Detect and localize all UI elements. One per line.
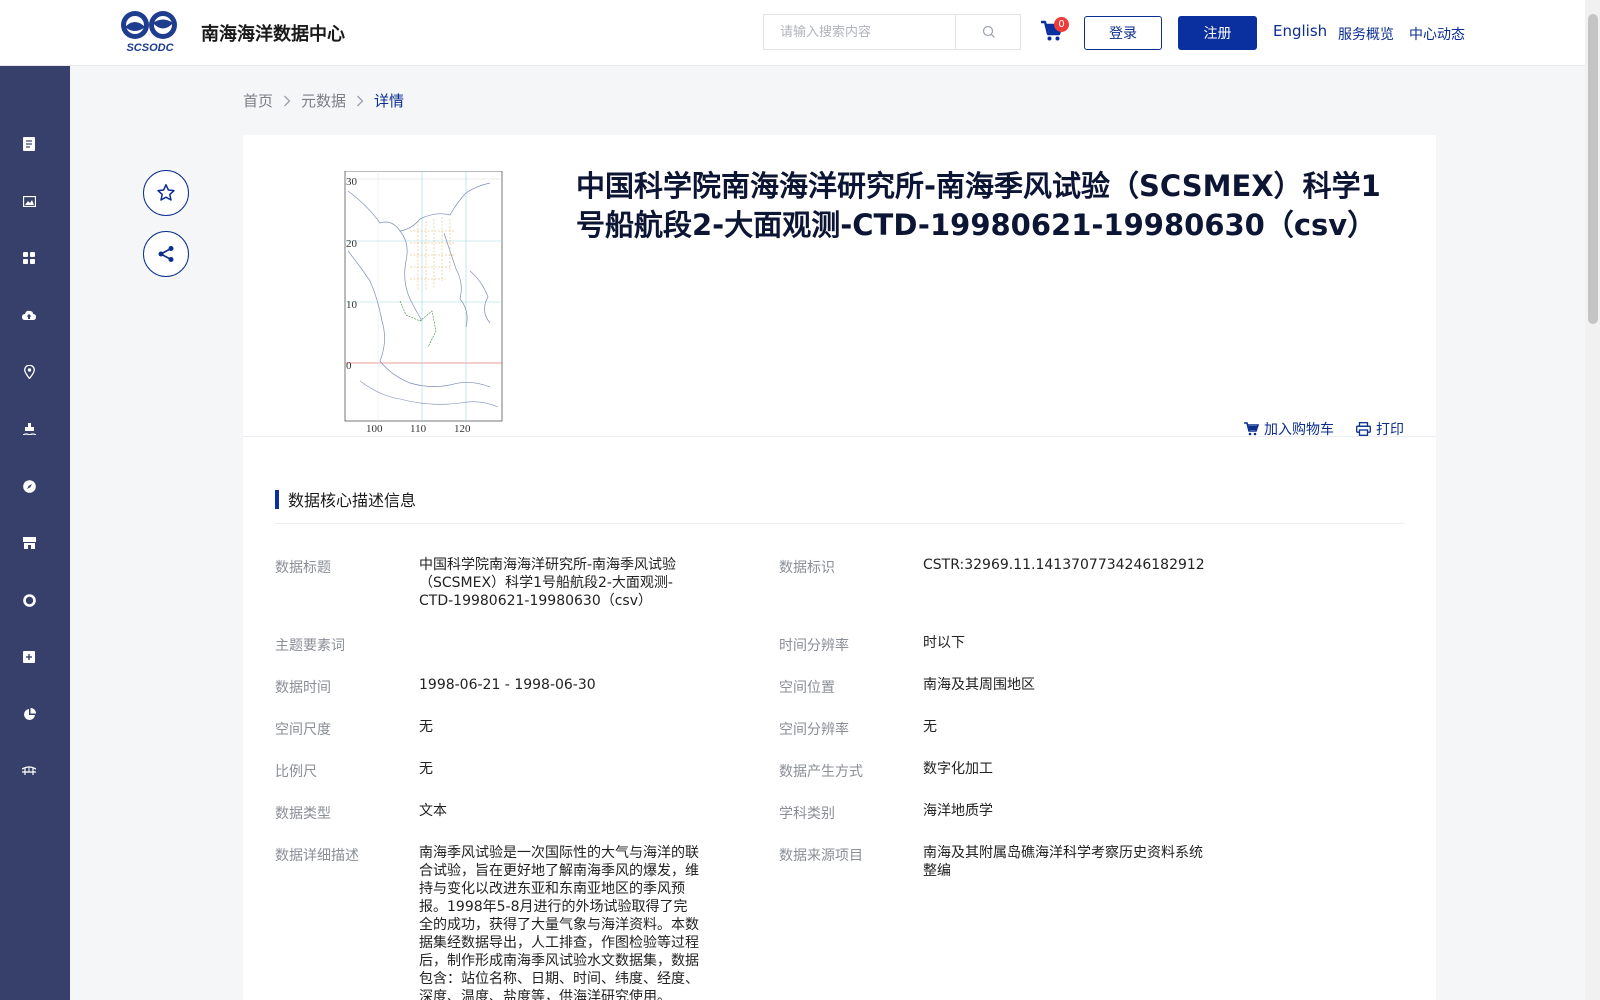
field-label-discipline: 学科类别 — [779, 806, 835, 822]
search-icon — [982, 25, 995, 38]
star-icon — [157, 184, 175, 201]
field-value-production-method: 数字化加工 — [923, 761, 993, 777]
field-value-spatial-scale: 无 — [419, 719, 433, 735]
field-value-map-scale: 无 — [419, 761, 433, 777]
chevron-right-icon — [283, 95, 291, 107]
field-value-identifier: CSTR:32969.11.1413707734246182912 — [923, 557, 1205, 573]
register-button[interactable]: 注册 — [1178, 16, 1257, 50]
sidebar-cloud-upload-icon[interactable] — [21, 307, 37, 323]
share-icon — [158, 246, 174, 262]
cart-icon — [1244, 422, 1259, 436]
breadcrumb: 首页 元数据 详情 — [243, 90, 404, 111]
field-label-title: 数据标题 — [275, 560, 331, 576]
top-header: SCSODC 南海海洋数据中心 0 登录 注册 English 服务概览 中心动… — [0, 0, 1585, 66]
map-tick-x-110: 110 — [410, 423, 427, 433]
search-input[interactable] — [764, 15, 955, 49]
scsoc-logo[interactable]: SCSODC — [119, 8, 181, 54]
field-label-time-resolution: 时间分辨率 — [779, 638, 849, 654]
field-value-data-type: 文本 — [419, 803, 447, 819]
field-label-map-scale: 比例尺 — [275, 764, 317, 780]
field-label-location: 空间位置 — [779, 680, 835, 696]
sidebar-bridge-icon[interactable] — [21, 763, 37, 779]
field-label-spatial-scale: 空间尺度 — [275, 722, 331, 738]
map-tick-y-10: 10 — [346, 299, 358, 311]
field-label-source-project: 数据来源项目 — [779, 848, 863, 864]
field-value-data-time: 1998-06-21 - 1998-06-30 — [419, 677, 596, 693]
map-tick-y-20: 20 — [346, 238, 358, 250]
nav-news[interactable]: 中心动态 — [1409, 24, 1465, 44]
page-title: 中国科学院南海海洋研究所-南海季风试验（SCSMEX）科学1号船航段2-大面观测… — [576, 169, 1381, 242]
favorite-button[interactable] — [143, 170, 189, 216]
field-value-description: 南海季风试验是一次国际性的大气与海洋的联合试验，旨在更好地了解南海季风的爆发，维… — [419, 845, 699, 1000]
sidebar-compass-icon[interactable] — [21, 478, 37, 494]
field-value-discipline: 海洋地质学 — [923, 803, 993, 819]
field-label-keywords: 主题要素词 — [275, 638, 345, 654]
sidebar-store-icon[interactable] — [21, 535, 37, 551]
sidebar-lifebuoy-icon[interactable] — [21, 592, 37, 608]
field-label-production-method: 数据产生方式 — [779, 764, 863, 780]
field-label-data-type: 数据类型 — [275, 806, 331, 822]
map-tick-y-30: 30 — [346, 176, 358, 188]
cruise-track-map[interactable]: 30 20 10 0 100 110 120 — [340, 170, 510, 435]
field-value-source-project: 南海及其附属岛礁海洋科学考察历史资料系统整编 — [923, 845, 1203, 879]
site-name: 南海海洋数据中心 — [201, 24, 345, 45]
section-title: 数据核心描述信息 — [288, 491, 417, 510]
sidebar-image-icon[interactable] — [21, 193, 37, 209]
sidebar-location-icon[interactable] — [21, 364, 37, 380]
sidebar-grid-icon[interactable] — [21, 250, 37, 266]
breadcrumb-home[interactable]: 首页 — [243, 90, 273, 111]
field-label-identifier: 数据标识 — [779, 560, 835, 576]
map-tick-x-120: 120 — [454, 423, 471, 433]
map-tick-x-100: 100 — [366, 423, 383, 433]
section-header: 数据核心描述信息 — [275, 487, 416, 511]
breadcrumb-metadata[interactable]: 元数据 — [301, 90, 346, 111]
card-divider — [243, 436, 1436, 437]
share-button[interactable] — [143, 231, 189, 277]
search-button[interactable] — [955, 15, 1021, 49]
sidebar-add-document-icon[interactable] — [21, 649, 37, 665]
field-value-location: 南海及其周围地区 — [923, 677, 1035, 693]
field-value-time-resolution: 时以下 — [923, 635, 965, 651]
section-divider — [275, 523, 1404, 524]
page-scrollbar-thumb[interactable] — [1588, 14, 1598, 324]
field-value-spatial-resolution: 无 — [923, 719, 937, 735]
cart-badge: 0 — [1054, 17, 1069, 32]
sidebar-pie-chart-icon[interactable] — [21, 706, 37, 722]
svg-text:SCSODC: SCSODC — [126, 42, 174, 54]
field-value-title: 中国科学院南海海洋研究所-南海季风试验（SCSMEX）科学1号船航段2-大面观测… — [419, 557, 677, 609]
map-tick-y-0: 0 — [346, 360, 352, 372]
breadcrumb-current: 详情 — [374, 92, 405, 110]
sidebar-ship-icon[interactable] — [21, 421, 37, 437]
field-label-data-time: 数据时间 — [275, 680, 331, 696]
login-button[interactable]: 登录 — [1084, 16, 1162, 50]
detail-card: 30 20 10 0 100 110 120 中国科学院南海海洋研究所-南海季风… — [243, 135, 1436, 1000]
sidebar — [0, 66, 70, 1000]
printer-icon — [1356, 422, 1371, 436]
section-accent-bar — [275, 489, 279, 509]
nav-english[interactable]: English — [1273, 22, 1327, 40]
field-label-spatial-resolution: 空间分辨率 — [779, 722, 849, 738]
cart-button[interactable]: 0 — [1040, 17, 1069, 44]
sidebar-document-icon[interactable] — [21, 136, 37, 152]
search-box — [763, 14, 1021, 50]
chevron-right-icon — [356, 95, 364, 107]
nav-services[interactable]: 服务概览 — [1338, 24, 1394, 44]
field-label-description: 数据详细描述 — [275, 848, 359, 864]
